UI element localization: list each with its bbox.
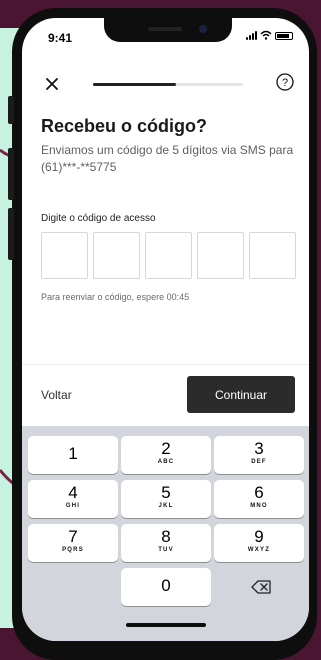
key-digit: 3 bbox=[254, 439, 264, 458]
key-digit: 0 bbox=[161, 576, 171, 595]
key-digit: 4 bbox=[68, 483, 78, 502]
close-icon[interactable] bbox=[42, 74, 62, 94]
key-digit: 6 bbox=[254, 483, 264, 502]
key-digit: 1 bbox=[68, 444, 78, 463]
help-icon[interactable]: ? bbox=[276, 73, 294, 91]
code-digit-input[interactable] bbox=[93, 232, 140, 279]
notch bbox=[104, 18, 232, 42]
key-letters: GHI bbox=[65, 503, 81, 509]
home-indicator bbox=[126, 623, 206, 627]
side-button bbox=[8, 96, 14, 124]
key-digit: 8 bbox=[161, 527, 171, 546]
code-digit-input[interactable] bbox=[249, 232, 296, 279]
key-2[interactable]: 2 ABC bbox=[121, 436, 211, 474]
key-letters: DEF bbox=[251, 459, 267, 465]
speaker bbox=[148, 27, 182, 31]
app-screen: 9:41 ? Recebeu o código? Enviamos um cód… bbox=[22, 18, 309, 641]
key-letters: JKL bbox=[158, 503, 174, 509]
key-letters: MNO bbox=[250, 503, 268, 509]
code-input-label: Digite o código de acesso bbox=[41, 213, 156, 224]
key-digit: 7 bbox=[68, 527, 78, 546]
back-button[interactable]: Voltar bbox=[41, 388, 72, 402]
signal-icon bbox=[246, 30, 257, 40]
key-3[interactable]: 3 DEF bbox=[214, 436, 304, 474]
key-digit: 9 bbox=[254, 527, 264, 546]
key-letters: WXYZ bbox=[247, 547, 271, 553]
status-icons bbox=[246, 30, 293, 40]
status-time: 9:41 bbox=[48, 31, 73, 45]
page-subtitle: Enviamos um código de 5 dígitos via SMS … bbox=[41, 143, 294, 174]
svg-text:?: ? bbox=[282, 77, 288, 89]
side-button bbox=[8, 148, 14, 200]
key-letters: TUV bbox=[158, 547, 174, 553]
code-digit-input[interactable] bbox=[41, 232, 88, 279]
key-9[interactable]: 9 WXYZ bbox=[214, 524, 304, 562]
key-6[interactable]: 6 MNO bbox=[214, 480, 304, 518]
key-letters: PQRS bbox=[62, 547, 84, 553]
resend-timer-text: Para reenviar o código, espere 00:45 bbox=[41, 292, 190, 302]
wifi-icon bbox=[260, 30, 272, 40]
top-bar: ? bbox=[22, 70, 309, 100]
key-digit: 5 bbox=[161, 483, 171, 502]
numeric-keypad: 1 2 ABC 3 DEF 4 GHI 5 JKL 6 MNO 7 PQRS 8… bbox=[22, 426, 309, 641]
code-input-group bbox=[41, 232, 296, 279]
key-digit: 2 bbox=[161, 439, 171, 458]
progress-fill bbox=[93, 83, 176, 86]
page-title: Recebeu o código? bbox=[41, 116, 208, 136]
code-digit-input[interactable] bbox=[145, 232, 192, 279]
side-button bbox=[8, 208, 14, 260]
key-1[interactable]: 1 bbox=[28, 436, 118, 474]
progress-bar bbox=[93, 83, 243, 86]
footer-actions: Voltar Continuar bbox=[22, 364, 309, 427]
key-8[interactable]: 8 TUV bbox=[121, 524, 211, 562]
battery-icon bbox=[275, 32, 293, 40]
key-4[interactable]: 4 GHI bbox=[28, 480, 118, 518]
camera bbox=[199, 25, 207, 33]
backspace-icon[interactable] bbox=[214, 568, 304, 606]
key-7[interactable]: 7 PQRS bbox=[28, 524, 118, 562]
key-letters: ABC bbox=[157, 459, 175, 465]
continue-button[interactable]: Continuar bbox=[187, 376, 295, 413]
key-5[interactable]: 5 JKL bbox=[121, 480, 211, 518]
code-digit-input[interactable] bbox=[197, 232, 244, 279]
key-0[interactable]: 0 bbox=[121, 568, 211, 606]
